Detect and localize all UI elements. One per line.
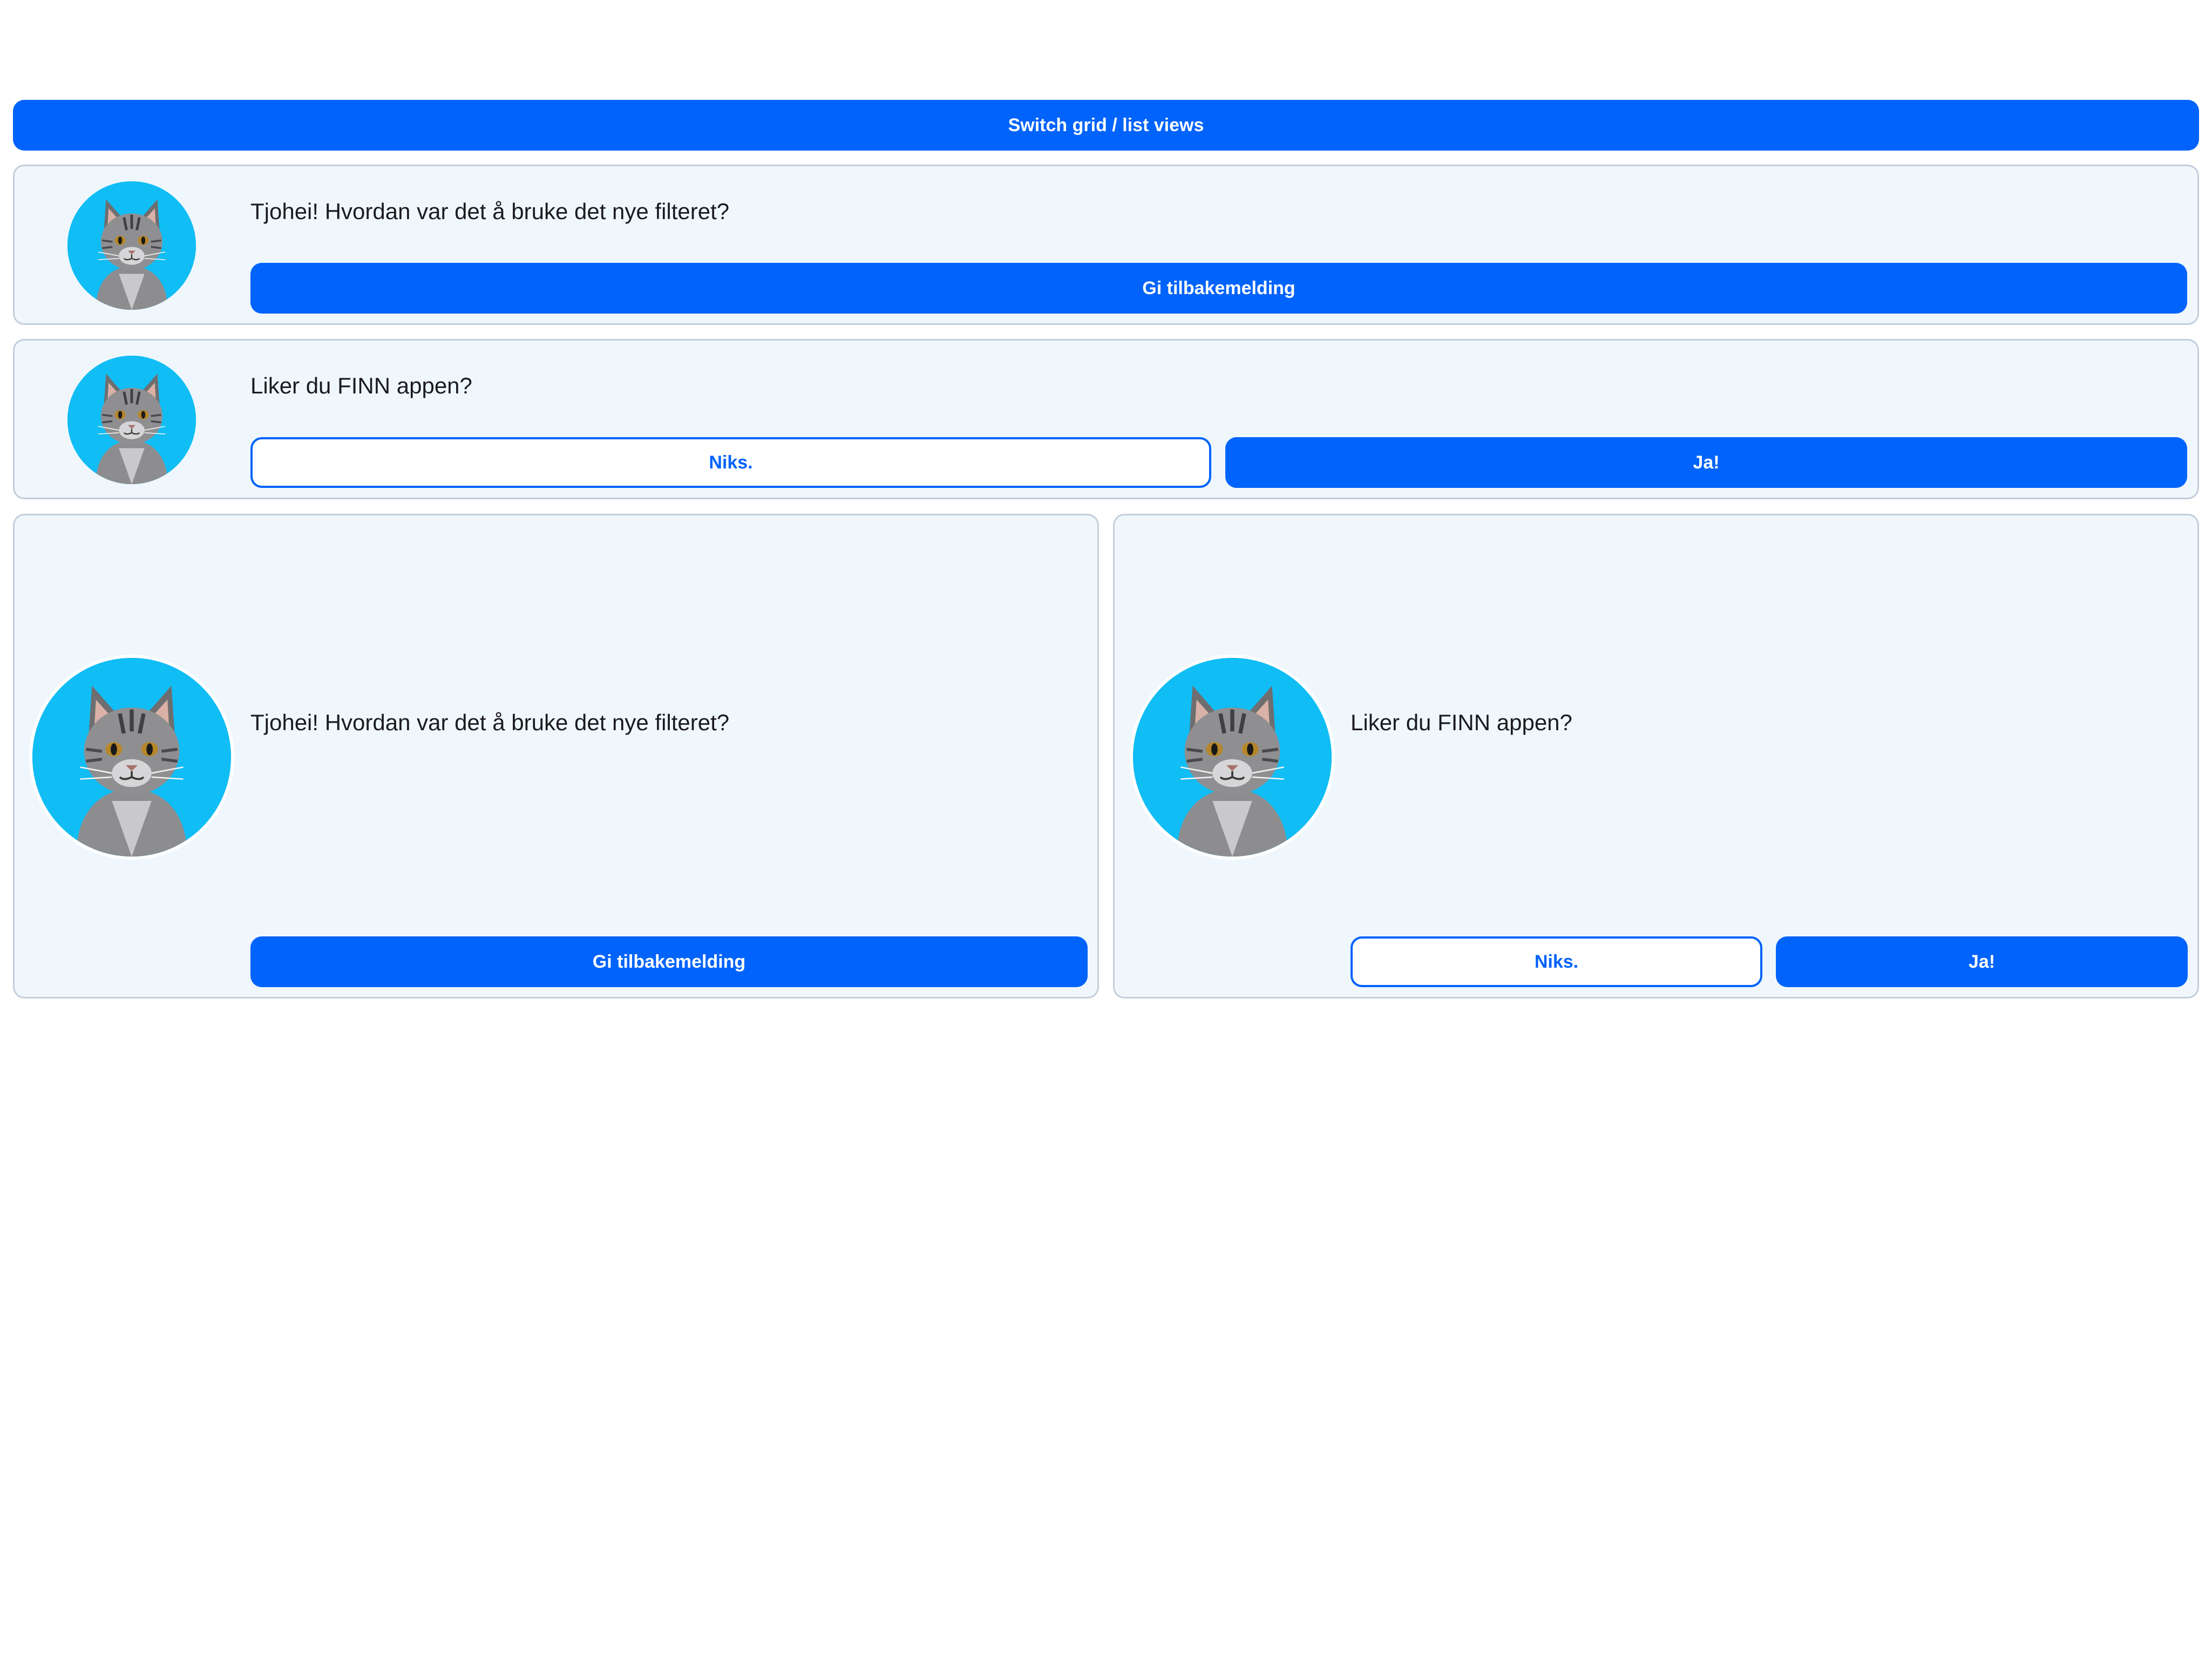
yes-button[interactable]: Ja! [1225,437,2187,488]
switch-view-button[interactable]: Switch grid / list views [13,100,2199,151]
question-card-grid: Liker du FINN appen? Niks. Ja! [1113,514,2199,998]
question-message: Liker du FINN appen? [1351,710,1572,735]
yes-button[interactable]: Ja! [1776,936,2188,987]
cat-avatar-icon [29,655,234,860]
question-message: Liker du FINN appen? [250,373,472,398]
question-card-list: Liker du FINN appen? Niks. Ja! [13,339,2199,499]
feedback-message: Tjohei! Hvordan var det å bruke det nye … [250,710,730,735]
cat-avatar-icon [1130,655,1335,860]
no-button[interactable]: Niks. [1351,936,1762,987]
give-feedback-button[interactable]: Gi tilbakemelding [250,263,2187,314]
give-feedback-button[interactable]: Gi tilbakemelding [250,936,1088,987]
feedback-card-list: Tjohei! Hvordan var det å bruke det nye … [13,165,2199,325]
no-button[interactable]: Niks. [250,437,1211,488]
page: Switch grid / list views Tjohei! Hvordan… [0,0,2212,1658]
cat-avatar-icon [67,181,196,310]
feedback-message: Tjohei! Hvordan var det å bruke det nye … [250,199,730,224]
cat-avatar-icon [67,356,196,484]
feedback-card-grid: Tjohei! Hvordan var det å bruke det nye … [13,514,1099,998]
